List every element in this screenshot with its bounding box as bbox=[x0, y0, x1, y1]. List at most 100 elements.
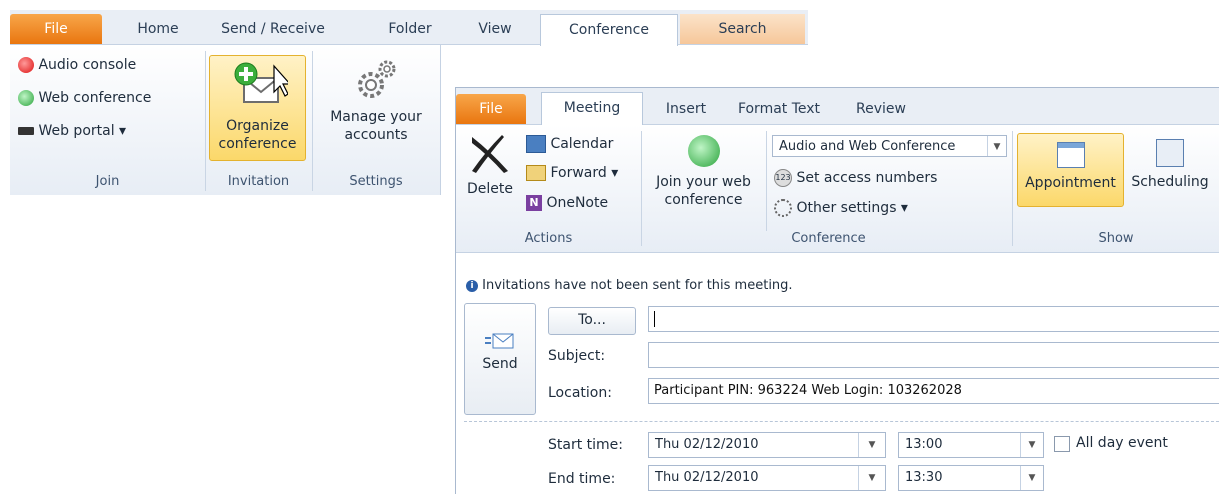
forward-icon bbox=[526, 165, 546, 181]
tab-send-receive[interactable]: Send / Receive bbox=[208, 14, 338, 44]
settings-group-label: Settings bbox=[349, 174, 403, 189]
audio-console-button[interactable]: Audio console bbox=[18, 57, 136, 73]
tab-insert[interactable]: Insert bbox=[656, 94, 716, 124]
group-divider bbox=[641, 131, 642, 246]
other-settings-button[interactable]: Other settings ▾ bbox=[774, 199, 908, 217]
start-date-value: Thu 02/12/2010 bbox=[655, 437, 759, 452]
all-day-label: All day event bbox=[1076, 435, 1168, 451]
location-field[interactable]: Participant PIN: 963224 Web Login: 10326… bbox=[648, 378, 1219, 404]
end-time-value: 13:30 bbox=[905, 470, 943, 485]
web-conference-icon bbox=[18, 90, 34, 106]
tab-conference[interactable]: Conference bbox=[540, 14, 678, 46]
end-time-picker[interactable]: 13:30 ▼ bbox=[898, 465, 1044, 491]
conference-ribbon: Audio console Web conference Web portal … bbox=[10, 45, 441, 195]
organize-conference-icon bbox=[234, 62, 291, 103]
manage-accounts-button[interactable]: Manage your accounts bbox=[316, 57, 436, 161]
onenote-button[interactable]: N OneNote bbox=[526, 195, 608, 211]
other-settings-label: Other settings ▾ bbox=[796, 200, 908, 216]
forward-label: Forward ▾ bbox=[550, 165, 619, 181]
scheduling-label: Scheduling bbox=[1131, 174, 1209, 190]
manage-label-1: Manage your bbox=[330, 109, 422, 125]
to-field[interactable] bbox=[648, 306, 1219, 332]
chevron-down-icon: ▼ bbox=[858, 433, 885, 457]
all-day-checkbox[interactable] bbox=[1054, 436, 1070, 452]
main-tab-bar: File Home Send / Receive Folder View Con… bbox=[10, 10, 808, 46]
web-conference-button[interactable]: Web conference bbox=[18, 90, 151, 106]
appointment-icon bbox=[1056, 142, 1085, 168]
info-icon: i bbox=[466, 279, 478, 292]
delete-label: Delete bbox=[467, 181, 513, 197]
delete-button[interactable]: Delete bbox=[461, 135, 519, 215]
chevron-down-icon: ▼ bbox=[1020, 433, 1043, 457]
text-cursor bbox=[654, 311, 655, 327]
group-divider bbox=[1012, 131, 1013, 246]
start-time-picker[interactable]: 13:00 ▼ bbox=[898, 432, 1044, 458]
start-date-picker[interactable]: Thu 02/12/2010 ▼ bbox=[648, 432, 886, 458]
web-portal-label: Web portal ▾ bbox=[38, 123, 127, 139]
scheduling-icon bbox=[1156, 139, 1184, 167]
join-label-2: conference bbox=[664, 192, 743, 208]
forward-button[interactable]: Forward ▾ bbox=[526, 165, 618, 181]
conference-type-value: Audio and Web Conference bbox=[779, 139, 956, 154]
subject-label: Subject: bbox=[548, 348, 606, 364]
delete-x-icon bbox=[472, 135, 508, 173]
join-label-1: Join your web bbox=[656, 174, 751, 190]
tab-file[interactable]: File bbox=[456, 94, 526, 124]
send-label: Send bbox=[482, 356, 518, 372]
group-divider bbox=[205, 51, 206, 191]
web-conference-label: Web conference bbox=[38, 90, 152, 106]
conference-group-label: Conference bbox=[791, 231, 866, 246]
send-icon bbox=[465, 332, 535, 356]
access-numbers-icon: 123 bbox=[774, 169, 792, 187]
scheduling-button[interactable]: Scheduling bbox=[1124, 133, 1216, 205]
info-bar-text: Invitations have not been sent for this … bbox=[482, 278, 793, 293]
actions-group-label: Actions bbox=[524, 231, 573, 246]
conference-type-dropdown[interactable]: Audio and Web Conference ▼ bbox=[772, 135, 1007, 157]
tab-home[interactable]: Home bbox=[118, 14, 198, 44]
tab-search[interactable]: Search bbox=[680, 14, 805, 44]
info-bar: i Invitations have not been sent for thi… bbox=[466, 278, 793, 293]
tab-file[interactable]: File bbox=[10, 14, 102, 44]
gear-icon bbox=[358, 60, 396, 98]
group-divider bbox=[312, 51, 313, 191]
calendar-button[interactable]: Calendar bbox=[526, 135, 613, 153]
organize-label-1: Organize bbox=[226, 118, 289, 134]
subject-field[interactable] bbox=[648, 342, 1219, 368]
meeting-window: File Meeting Insert Format Text Review D… bbox=[455, 87, 1219, 494]
join-web-conference-button[interactable]: Join your web conference bbox=[646, 135, 761, 220]
end-date-value: Thu 02/12/2010 bbox=[655, 470, 759, 485]
invitation-group-label: Invitation bbox=[227, 174, 290, 189]
appointment-button[interactable]: Appointment bbox=[1017, 133, 1124, 207]
tab-meeting[interactable]: Meeting bbox=[541, 92, 643, 125]
audio-console-icon bbox=[18, 57, 34, 73]
tab-review[interactable]: Review bbox=[841, 94, 921, 124]
end-date-picker[interactable]: Thu 02/12/2010 ▼ bbox=[648, 465, 886, 491]
chevron-down-icon: ▼ bbox=[1020, 466, 1043, 490]
web-conference-icon bbox=[687, 135, 720, 167]
form-divider bbox=[464, 421, 1219, 422]
web-portal-button[interactable]: Web portal ▾ bbox=[18, 123, 126, 139]
calendar-label: Calendar bbox=[550, 136, 614, 152]
set-access-numbers-button[interactable]: 123 Set access numbers bbox=[774, 169, 937, 187]
start-time-value: 13:00 bbox=[905, 437, 943, 452]
appointment-label: Appointment bbox=[1025, 175, 1116, 191]
gear-icon bbox=[774, 199, 792, 217]
audio-console-label: Audio console bbox=[38, 57, 137, 73]
organize-label-2: conference bbox=[218, 136, 297, 152]
calendar-icon bbox=[526, 135, 546, 153]
web-portal-icon bbox=[18, 127, 34, 135]
onenote-label: OneNote bbox=[546, 195, 609, 211]
tab-format-text[interactable]: Format Text bbox=[724, 94, 834, 124]
tab-view[interactable]: View bbox=[465, 14, 525, 44]
group-divider bbox=[766, 131, 767, 231]
send-button[interactable]: Send bbox=[464, 303, 536, 415]
to-button[interactable]: To... bbox=[548, 307, 636, 335]
meeting-tab-bar: File Meeting Insert Format Text Review bbox=[456, 88, 1219, 125]
location-label: Location: bbox=[548, 385, 612, 401]
organize-conference-button[interactable]: Organize conference bbox=[209, 55, 306, 161]
start-time-label: Start time: bbox=[548, 437, 623, 453]
tab-folder[interactable]: Folder bbox=[370, 14, 450, 44]
chevron-down-icon: ▼ bbox=[987, 136, 1006, 156]
end-time-label: End time: bbox=[548, 471, 616, 487]
onenote-icon: N bbox=[526, 195, 542, 211]
